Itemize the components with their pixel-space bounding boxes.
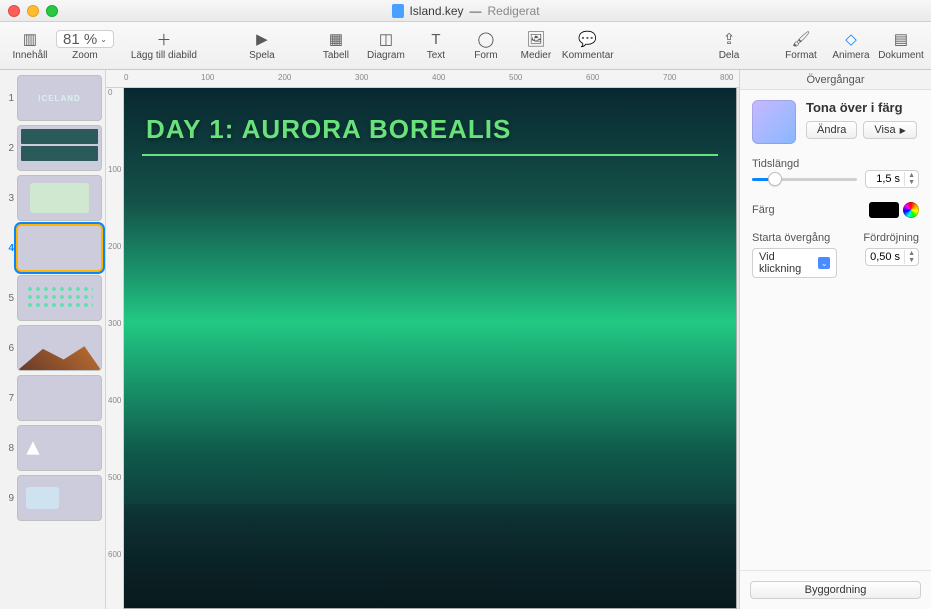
preview-transition-button[interactable]: Visa▶ <box>863 121 916 139</box>
table-icon: ▦ <box>329 30 343 48</box>
slide-thumb[interactable]: 1ICELAND <box>4 76 101 120</box>
share-icon: ⇪ <box>723 30 736 48</box>
toolbar-animate-button[interactable]: ◇ Animera <box>827 24 875 68</box>
slide[interactable]: DAY 1: AURORA BOREALIS <box>124 88 736 608</box>
animate-icon: ◇ <box>845 30 857 48</box>
title-bar: Island.key — Redigerat <box>0 0 931 22</box>
thumb-preview <box>18 326 101 370</box>
thumb-preview <box>18 276 101 320</box>
document-icon <box>391 4 403 18</box>
toolbar-text-button[interactable]: T Text <box>412 24 460 68</box>
media-icon: 🖼 <box>526 30 545 48</box>
toolbar-play-button[interactable]: ▶ Spela <box>214 24 310 68</box>
title-underline <box>142 154 718 156</box>
start-transition-label: Starta övergång <box>752 232 837 244</box>
slide-thumb[interactable]: 5 <box>4 276 101 320</box>
thumb-preview: ICELAND <box>18 76 101 120</box>
comment-icon: 💬 <box>578 30 597 48</box>
delay-label: Fördröjning <box>863 232 919 244</box>
chart-icon: ◫ <box>379 30 393 48</box>
canvas-area: 0 100 200 300 400 500 600 700 800 0 100 … <box>106 70 739 609</box>
play-icon: ▶ <box>900 126 906 135</box>
brush-icon: 🖌 <box>791 30 810 48</box>
start-transition-select[interactable]: Vid klickning ⌄ <box>752 248 837 278</box>
toolbar-zoom[interactable]: 81 % ⌄ Zoom <box>56 24 114 68</box>
duration-slider[interactable] <box>752 172 857 186</box>
thumb-preview <box>18 376 101 420</box>
thumb-preview <box>18 476 101 520</box>
toolbar-content-button[interactable]: ▥ Innehåll <box>6 24 54 68</box>
stepper-up-icon[interactable]: ▲ <box>905 250 918 257</box>
stepper-down-icon[interactable]: ▼ <box>905 179 918 186</box>
slide-thumb[interactable]: 6 <box>4 326 101 370</box>
text-icon: T <box>431 30 440 48</box>
slide-thumb[interactable]: 8 <box>4 426 101 470</box>
toolbar-add-slide-button[interactable]: ＋ Lägg till diabild <box>116 24 212 68</box>
minimize-icon[interactable] <box>27 5 39 17</box>
slide-thumb[interactable]: 4 <box>4 226 101 270</box>
color-swatch[interactable] <box>869 202 899 218</box>
document-settings-icon: ▤ <box>894 30 908 48</box>
shape-icon: ◯ <box>478 30 495 48</box>
chevron-down-icon: ⌄ <box>100 35 107 44</box>
slide-thumb[interactable]: 2 <box>4 126 101 170</box>
delay-field[interactable] <box>866 249 904 265</box>
toolbar-media-button[interactable]: 🖼 Medier <box>512 24 560 68</box>
slide-canvas[interactable]: DAY 1: AURORA BOREALIS <box>124 88 739 609</box>
inspector-panel: Övergångar Tona över i färg Ändra Visa▶ … <box>739 70 931 609</box>
play-icon: ▶ <box>256 30 268 48</box>
toolbar-table-button[interactable]: ▦ Tabell <box>312 24 360 68</box>
list-icon: ▥ <box>23 30 37 48</box>
transition-preview[interactable] <box>752 100 796 144</box>
duration-stepper[interactable]: ▲▼ <box>865 170 919 188</box>
plus-icon: ＋ <box>156 30 171 48</box>
stepper-down-icon[interactable]: ▼ <box>905 257 918 264</box>
slide-title[interactable]: DAY 1: AURORA BOREALIS <box>146 114 511 145</box>
slider-knob[interactable] <box>769 173 781 185</box>
dropdown-icon: ⌄ <box>818 257 830 269</box>
thumb-preview <box>18 176 101 220</box>
toolbar: ▥ Innehåll 81 % ⌄ Zoom ＋ Lägg till diabi… <box>0 22 931 70</box>
toolbar-comment-button[interactable]: 💬 Kommentar <box>562 24 614 68</box>
window-title: Island.key — Redigerat <box>391 4 539 18</box>
toolbar-chart-button[interactable]: ◫ Diagram <box>362 24 410 68</box>
build-order-button[interactable]: Byggordning <box>750 581 921 599</box>
fullscreen-icon[interactable] <box>46 5 58 17</box>
thumb-preview <box>18 126 101 170</box>
vertical-ruler: 0 100 200 300 400 500 600 <box>106 88 124 609</box>
zoom-value-box[interactable]: 81 % ⌄ <box>56 30 114 48</box>
slide-thumb[interactable]: 3 <box>4 176 101 220</box>
color-wheel-icon[interactable] <box>903 202 919 218</box>
toolbar-share-button[interactable]: ⇪ Dela <box>705 24 753 68</box>
traffic-lights <box>8 5 58 17</box>
filename: Island.key <box>409 4 463 18</box>
thumb-preview <box>18 226 101 270</box>
transition-name: Tona över i färg <box>806 100 919 115</box>
toolbar-document-button[interactable]: ▤ Dokument <box>877 24 925 68</box>
toolbar-format-button[interactable]: 🖌 Format <box>777 24 825 68</box>
thumb-preview <box>18 426 101 470</box>
change-transition-button[interactable]: Ändra <box>806 121 857 139</box>
slide-thumb[interactable]: 9 <box>4 476 101 520</box>
delay-stepper[interactable]: ▲▼ <box>865 248 919 266</box>
color-label: Färg <box>752 204 775 216</box>
horizontal-ruler: 0 100 200 300 400 500 600 700 800 <box>106 70 739 88</box>
edited-label: Redigerat <box>488 4 540 18</box>
slide-thumb[interactable]: 7 <box>4 376 101 420</box>
inspector-tab[interactable]: Övergångar <box>740 70 931 90</box>
duration-field[interactable] <box>866 171 904 187</box>
toolbar-shape-button[interactable]: ◯ Form <box>462 24 510 68</box>
duration-label: Tidslängd <box>752 158 919 170</box>
slide-navigator[interactable]: 1ICELAND 2 3 4 5 6 7 8 9 <box>0 70 106 609</box>
close-icon[interactable] <box>8 5 20 17</box>
stepper-up-icon[interactable]: ▲ <box>905 172 918 179</box>
